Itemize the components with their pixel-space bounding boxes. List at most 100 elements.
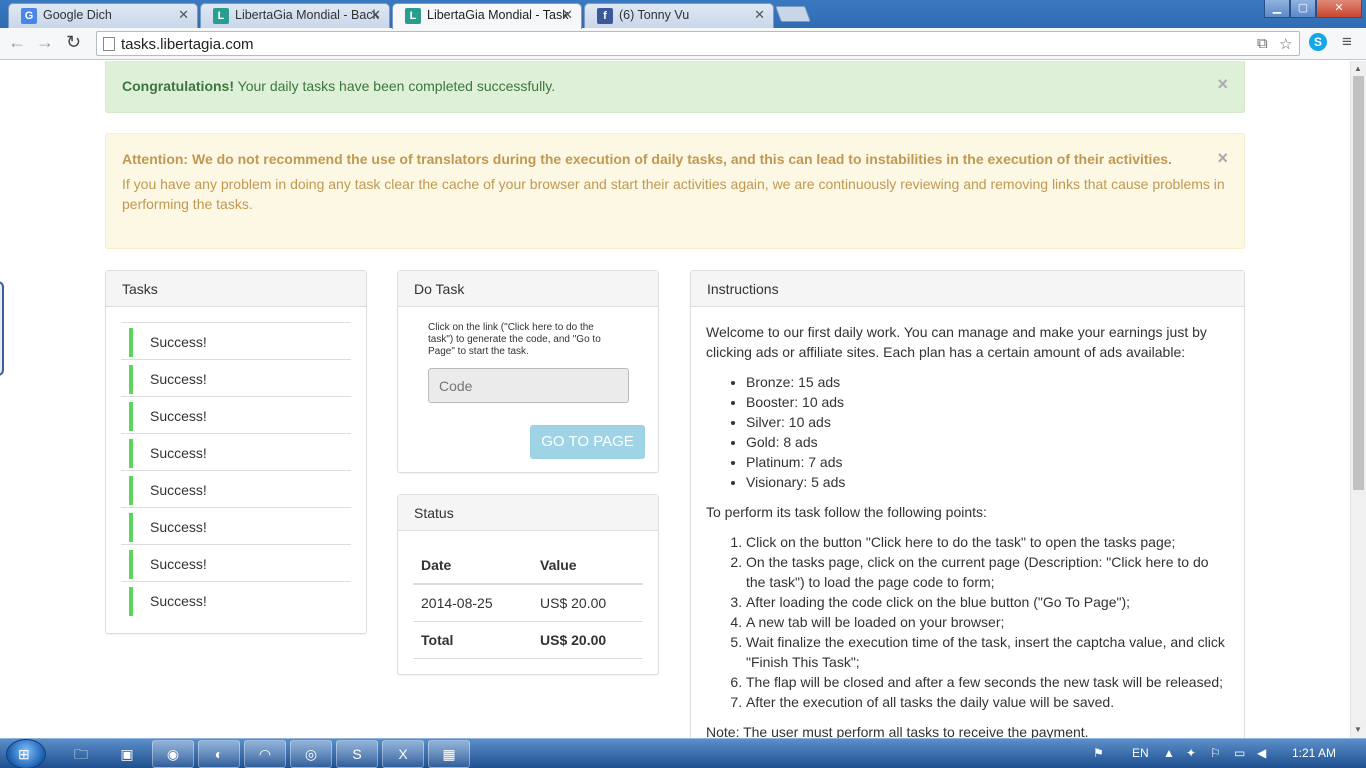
translate-icon[interactable]: ⧉ [1257, 35, 1268, 52]
tasks-list: Success! Success! Success! Success! Success!… [121, 322, 351, 618]
close-window-icon[interactable]: ✕ [1316, 0, 1362, 18]
step-item: Wait finalize the execution time of the … [746, 632, 1231, 672]
step-item: On the tasks page, click on the current … [746, 552, 1231, 592]
tasks-panel-heading: Tasks [106, 271, 366, 307]
browser-toolbar: ← → ↻ tasks.libertagia.com ⧉ ☆ S ≡ [0, 28, 1366, 60]
menu-icon[interactable]: ≡ [1342, 32, 1352, 52]
network-app-icon[interactable]: ◠ [244, 740, 286, 768]
skype-icon[interactable]: S [1309, 33, 1327, 51]
volume-icon[interactable]: ◀ [1257, 746, 1266, 760]
warning-alert-text: If you have any problem in doing any tas… [122, 176, 1225, 212]
task-status-text: Success! [150, 593, 207, 609]
plan-item: Bronze: 15 ads [746, 372, 1231, 392]
close-alert-icon[interactable]: × [1217, 148, 1228, 168]
table-row: 2014-08-25 US$ 20.00 [413, 584, 643, 622]
plan-item: Gold: 8 ads [746, 432, 1231, 452]
tab-title: LibertaGia Mondial - Task [427, 8, 569, 22]
chrome-icon[interactable]: ◉ [152, 740, 194, 768]
success-indicator-bar [129, 365, 133, 394]
pdf-app-icon[interactable]: ▣ [106, 740, 148, 768]
status-table: Date Value 2014-08-25 US$ 20.00 Total US… [413, 546, 643, 659]
row-date: 2014-08-25 [413, 584, 532, 622]
success-alert-text: Your daily tasks have been completed suc… [234, 78, 556, 94]
app-green-icon[interactable]: ◐ [198, 740, 240, 768]
list-item: Success! [121, 581, 351, 618]
action-center-icon[interactable]: ⚐ [1210, 746, 1221, 760]
instructions-note: Note: The user must perform all tasks to… [706, 724, 1089, 738]
total-value: US$ 20.00 [532, 621, 643, 659]
task-status-text: Success! [150, 482, 207, 498]
explorer-icon[interactable]: 🗀 [60, 740, 102, 768]
language-indicator[interactable]: EN [1132, 746, 1149, 760]
google-translate-icon: G [21, 8, 37, 24]
task-status-text: Success! [150, 556, 207, 572]
task-status-text: Success! [150, 371, 207, 387]
libertagia-icon: L [405, 8, 421, 24]
list-item: Success! [121, 396, 351, 433]
side-panel-handle[interactable] [0, 281, 4, 376]
page-scrollbar[interactable]: ▲ ▼ [1350, 61, 1366, 738]
tab-libertagia-back[interactable]: L LibertaGia Mondial - Back ✕ [200, 3, 390, 28]
code-input[interactable] [428, 368, 629, 403]
task-status-text: Success! [150, 445, 207, 461]
instructions-panel: Instructions Welcome to our first daily … [690, 270, 1245, 738]
instructions-body: Welcome to our first daily work. You can… [706, 322, 1231, 738]
tab-libertagia-task[interactable]: L LibertaGia Mondial - Task ✕ [392, 3, 582, 29]
list-item: Success! [121, 359, 351, 396]
facebook-icon: f [597, 8, 613, 24]
tab-google-dich[interactable]: G Google Dich ✕ [8, 3, 198, 28]
step-item: A new tab will be loaded on your browser… [746, 612, 1231, 632]
do-task-panel: Do Task Click on the link ("Click here t… [397, 270, 659, 473]
list-item: Success! [121, 544, 351, 581]
status-panel: Status Date Value 2014-08-25 US$ 20.00 T… [397, 494, 659, 675]
tab-close-icon[interactable]: ✕ [562, 4, 573, 26]
app-window-icon[interactable]: ▦ [428, 740, 470, 768]
start-button[interactable]: ⊞ [6, 739, 46, 768]
skype-taskbar-icon[interactable]: S [336, 740, 378, 768]
success-indicator-bar [129, 587, 133, 616]
maximize-icon[interactable]: ▢ [1290, 0, 1316, 18]
notification-flag-icon[interactable]: ⚑ [1093, 746, 1104, 760]
steps-list: Click on the button "Click here to do th… [746, 532, 1231, 712]
scroll-up-icon[interactable]: ▲ [1354, 64, 1362, 73]
step-item: Click on the button "Click here to do th… [746, 532, 1231, 552]
windows-logo-icon: ⊞ [18, 746, 30, 762]
excel-icon[interactable]: X [382, 740, 424, 768]
page-icon [103, 37, 115, 51]
success-indicator-bar [129, 550, 133, 579]
go-to-page-button[interactable]: GO TO PAGE [530, 425, 645, 459]
url-text: tasks.libertagia.com [121, 36, 254, 53]
close-alert-icon[interactable]: × [1217, 74, 1228, 95]
address-bar[interactable]: tasks.libertagia.com ⧉ ☆ [96, 31, 1300, 56]
success-alert-title: Congratulations! [122, 78, 234, 94]
back-icon[interactable]: ← [8, 32, 26, 53]
forward-icon[interactable]: → [36, 32, 54, 53]
scroll-down-icon[interactable]: ▼ [1354, 725, 1362, 734]
list-item: Success! [121, 507, 351, 544]
webcam-app-icon[interactable]: ◎ [290, 740, 332, 768]
bookmark-star-icon[interactable]: ☆ [1279, 35, 1292, 53]
step-item: After loading the code click on the blue… [746, 592, 1231, 612]
row-value: US$ 20.00 [532, 584, 643, 622]
success-alert: Congratulations! Your daily tasks have b… [105, 61, 1245, 113]
instructions-intro: Welcome to our first daily work. You can… [706, 324, 1207, 360]
new-tab-button[interactable] [775, 6, 811, 22]
minimize-icon[interactable]: ▁ [1264, 0, 1290, 18]
scrollbar-thumb[interactable] [1353, 76, 1364, 490]
tab-close-icon[interactable]: ✕ [754, 4, 765, 26]
tab-close-icon[interactable]: ✕ [370, 4, 381, 26]
network-icon[interactable]: ▭ [1234, 746, 1245, 760]
reload-icon[interactable]: ↻ [66, 32, 81, 53]
tab-facebook[interactable]: f (6) Tonny Vu ✕ [584, 3, 774, 28]
column-header-date: Date [413, 546, 532, 585]
plans-list: Bronze: 15 adsBooster: 10 adsSilver: 10 … [746, 372, 1231, 492]
libertagia-icon: L [213, 8, 229, 24]
steps-intro: To perform its task follow the following… [706, 504, 987, 520]
dropbox-icon[interactable]: ✦ [1186, 746, 1196, 760]
instructions-panel-heading: Instructions [691, 271, 1244, 307]
tab-close-icon[interactable]: ✕ [178, 4, 189, 26]
plan-item: Booster: 10 ads [746, 392, 1231, 412]
show-hidden-icons-icon[interactable]: ▲ [1163, 746, 1175, 760]
clock[interactable]: 1:21 AM [1292, 746, 1336, 760]
tab-title: Google Dich [43, 8, 112, 22]
